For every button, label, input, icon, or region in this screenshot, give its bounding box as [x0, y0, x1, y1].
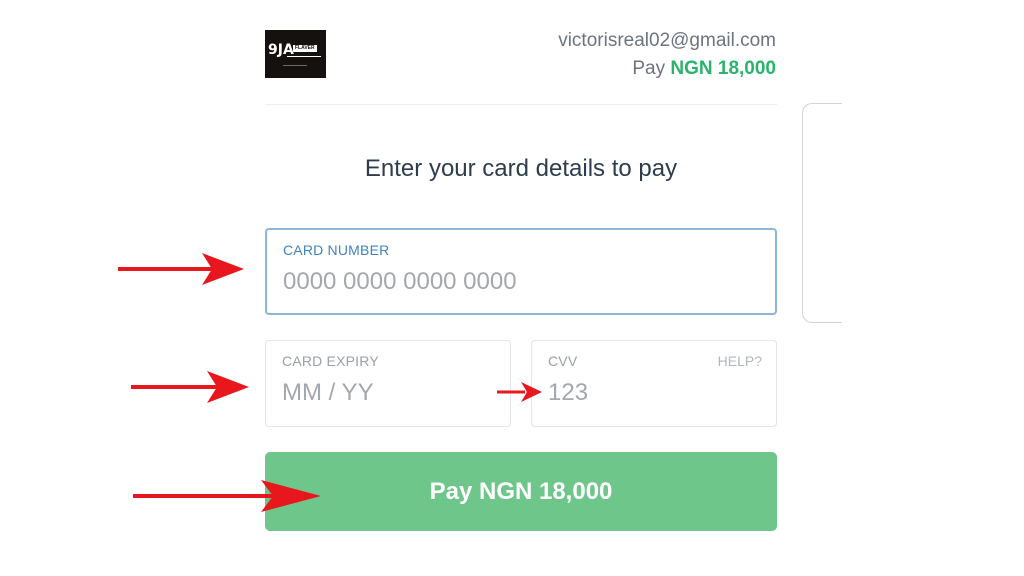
cvv-help-link[interactable]: HELP?	[718, 353, 762, 369]
pay-amount-value: NGN 18,000	[670, 58, 776, 79]
arrow-icon-cvv	[497, 382, 542, 402]
cvv-label: CVV	[548, 353, 578, 369]
card-expiry-label: CARD EXPIRY	[282, 353, 379, 369]
card-number-field[interactable]: CARD NUMBER	[265, 228, 777, 315]
cvv-input[interactable]	[548, 379, 758, 407]
card-expiry-field[interactable]: CARD EXPIRY	[265, 340, 511, 427]
arrow-icon-card-expiry	[131, 371, 249, 403]
customer-email: victorisreal02@gmail.com	[558, 30, 776, 51]
card-expiry-input[interactable]	[282, 379, 492, 407]
logo-tag: FLAVER	[293, 45, 317, 52]
logo-subline	[283, 65, 307, 66]
cvv-field[interactable]: CVV HELP?	[531, 340, 777, 427]
header-divider	[265, 104, 777, 105]
pay-button[interactable]: Pay NGN 18,000	[265, 452, 777, 531]
arrow-icon-pay-button	[133, 480, 321, 512]
form-heading: Enter your card details to pay	[364, 155, 678, 182]
pay-amount-summary: Pay NGN 18,000	[632, 58, 776, 80]
merchant-logo: 9JA FLAVER	[265, 30, 326, 78]
card-number-input[interactable]	[283, 268, 753, 296]
logo-underline	[287, 56, 321, 57]
arrow-icon-card-number	[118, 253, 244, 285]
card-number-label: CARD NUMBER	[283, 242, 390, 258]
payment-page: 9JA FLAVER victorisreal02@gmail.com Pay …	[0, 0, 1024, 576]
pay-amount-prefix: Pay	[632, 58, 666, 79]
side-panel-edge	[802, 103, 842, 323]
